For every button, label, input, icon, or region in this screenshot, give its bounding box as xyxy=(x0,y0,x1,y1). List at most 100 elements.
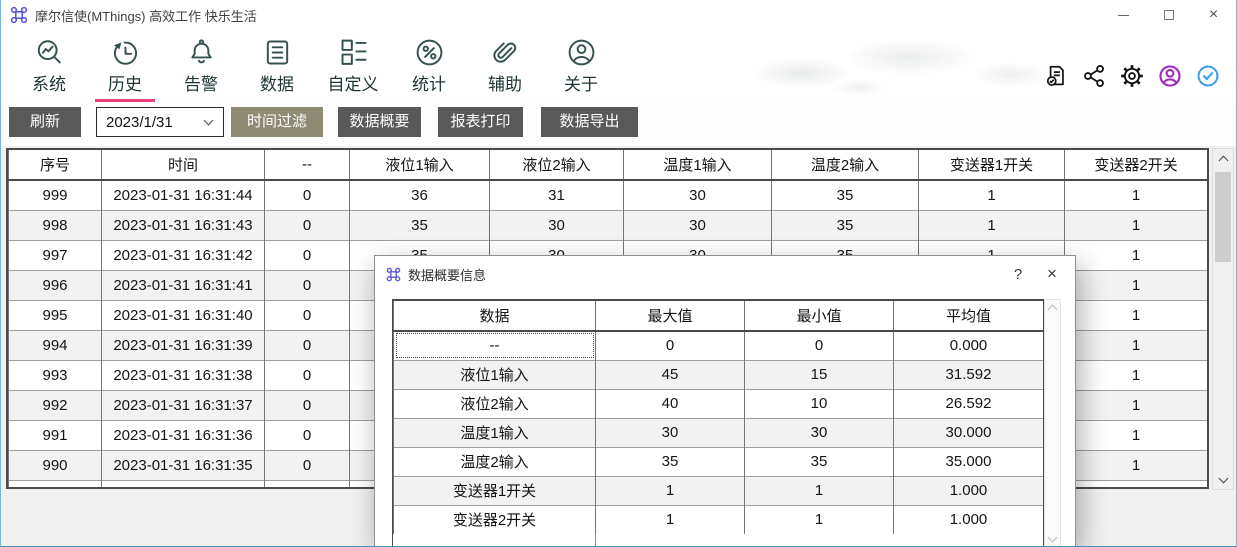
cell[interactable]: 0 xyxy=(265,270,350,300)
cell[interactable]: 35 xyxy=(596,447,745,476)
cell[interactable]: 998 xyxy=(9,210,102,240)
cell[interactable]: 15 xyxy=(745,360,894,389)
cell[interactable]: 30 xyxy=(490,210,624,240)
cell[interactable]: 1 xyxy=(1065,390,1208,420)
cell[interactable]: 996 xyxy=(9,270,102,300)
data-summary-button[interactable]: 数据概要 xyxy=(338,107,421,137)
cell[interactable]: 1 xyxy=(919,180,1065,210)
cell[interactable]: 30 xyxy=(624,180,772,210)
time-filter-button[interactable]: 时间过滤 xyxy=(231,107,323,137)
cell[interactable]: 1 xyxy=(919,210,1065,240)
cell[interactable]: 1 xyxy=(1065,180,1208,210)
cell[interactable]: 0 xyxy=(745,331,894,360)
cell[interactable]: 45 xyxy=(596,360,745,389)
cell[interactable]: 1 xyxy=(745,476,894,505)
cell[interactable]: 26.592 xyxy=(894,389,1044,418)
cell[interactable]: 1.000 xyxy=(894,505,1044,534)
nav-item-auxiliary[interactable]: 辅助 xyxy=(467,30,543,102)
cell[interactable]: 35 xyxy=(745,447,894,476)
cell[interactable]: 31 xyxy=(490,180,624,210)
cell[interactable]: 993 xyxy=(9,360,102,390)
cell[interactable]: 0 xyxy=(265,420,350,450)
cell[interactable]: 2023-01-31 16:31:35 xyxy=(102,450,265,480)
table-row[interactable]: 9992023-01-31 16:31:4403631303511 xyxy=(9,180,1208,210)
cell[interactable]: 2023-01-31 16:31:40 xyxy=(102,300,265,330)
nav-item-custom[interactable]: 自定义 xyxy=(315,30,391,102)
cell[interactable]: 30.000 xyxy=(894,418,1044,447)
scrollbar-thumb[interactable] xyxy=(1215,172,1231,262)
cell[interactable]: 2023-01-31 16:31:43 xyxy=(102,210,265,240)
table-row[interactable]: 9982023-01-31 16:31:4303530303511 xyxy=(9,210,1208,240)
cell[interactable]: 997 xyxy=(9,240,102,270)
refresh-button[interactable]: 刷新 xyxy=(9,107,81,137)
table-row[interactable]: --000.000 xyxy=(394,331,1044,360)
cell[interactable]: 液位2输入 xyxy=(394,389,596,418)
cell[interactable]: 2023-01-31 16:31:44 xyxy=(102,180,265,210)
cell[interactable]: 液位1输入 xyxy=(394,360,596,389)
cell[interactable]: 1 xyxy=(1065,210,1208,240)
cell[interactable]: 1 xyxy=(596,476,745,505)
cell[interactable]: 995 xyxy=(9,300,102,330)
scroll-down-arrow[interactable] xyxy=(1213,470,1233,489)
table-row[interactable]: 温度1输入303030.000 xyxy=(394,418,1044,447)
cell[interactable]: 30 xyxy=(745,418,894,447)
summary-table-scrollbar[interactable] xyxy=(1044,299,1061,547)
cell[interactable]: 0 xyxy=(265,480,350,489)
table-row[interactable]: 变送器2开关111.000 xyxy=(394,505,1044,534)
cell[interactable]: 991 xyxy=(9,420,102,450)
cell[interactable]: 2023-01-31 16:31:36 xyxy=(102,420,265,450)
cell[interactable]: 0 xyxy=(265,210,350,240)
scroll-up-arrow[interactable] xyxy=(1045,300,1060,316)
report-check-icon[interactable] xyxy=(1043,63,1069,89)
cell[interactable]: 2023-01-31 16:31:41 xyxy=(102,270,265,300)
cell[interactable]: 2023-01-31 16:31:37 xyxy=(102,390,265,420)
cell[interactable]: 989 xyxy=(9,480,102,489)
cell[interactable]: 35.000 xyxy=(894,447,1044,476)
nav-item-alarm[interactable]: 告警 xyxy=(163,30,239,102)
user-avatar-icon[interactable] xyxy=(1157,63,1183,89)
minimize-button[interactable] xyxy=(1101,0,1146,30)
cell[interactable]: 1 xyxy=(1065,270,1208,300)
cell[interactable]: 1.000 xyxy=(894,476,1044,505)
nav-item-history[interactable]: 历史 xyxy=(87,30,163,102)
history-table-scrollbar[interactable] xyxy=(1212,148,1234,490)
verified-badge-icon[interactable] xyxy=(1195,63,1221,89)
cell[interactable]: 0 xyxy=(265,390,350,420)
cell[interactable]: 1 xyxy=(1065,450,1208,480)
cell[interactable]: 0.000 xyxy=(894,331,1044,360)
cell[interactable]: -- xyxy=(394,331,596,360)
cell[interactable]: 0 xyxy=(265,450,350,480)
maximize-button[interactable] xyxy=(1146,0,1191,30)
cell[interactable]: 10 xyxy=(745,389,894,418)
cell[interactable]: 35 xyxy=(772,180,919,210)
gear-icon[interactable] xyxy=(1119,63,1145,89)
dialog-close-button[interactable]: × xyxy=(1035,259,1069,289)
cell[interactable]: 温度1输入 xyxy=(394,418,596,447)
table-row[interactable]: 温度2输入353535.000 xyxy=(394,447,1044,476)
cell[interactable]: 2023-01-31 16:31:42 xyxy=(102,240,265,270)
scroll-down-arrow[interactable] xyxy=(1045,531,1060,547)
cell[interactable]: 0 xyxy=(596,331,745,360)
table-row[interactable]: 变送器1开关111.000 xyxy=(394,476,1044,505)
cell[interactable]: 1 xyxy=(1065,240,1208,270)
cell[interactable]: 30 xyxy=(596,418,745,447)
cell[interactable]: 0 xyxy=(265,330,350,360)
nav-item-about[interactable]: 关于 xyxy=(543,30,619,102)
cell[interactable]: 0 xyxy=(265,360,350,390)
cell[interactable]: 30 xyxy=(624,210,772,240)
cell[interactable]: 1 xyxy=(745,505,894,534)
cell[interactable]: 1 xyxy=(596,505,745,534)
cell[interactable]: 999 xyxy=(9,180,102,210)
table-row[interactable]: 液位2输入401026.592 xyxy=(394,389,1044,418)
cell[interactable]: 994 xyxy=(9,330,102,360)
dialog-help-button[interactable]: ? xyxy=(1001,259,1035,289)
scroll-up-arrow[interactable] xyxy=(1213,149,1233,168)
cell[interactable]: 40 xyxy=(596,389,745,418)
table-row[interactable]: 液位1输入451531.592 xyxy=(394,360,1044,389)
cell[interactable]: 1 xyxy=(1065,360,1208,390)
cell[interactable]: 992 xyxy=(9,390,102,420)
nav-item-data[interactable]: 数据 xyxy=(239,30,315,102)
cell[interactable]: 温度2输入 xyxy=(394,447,596,476)
cell[interactable]: 990 xyxy=(9,450,102,480)
cell[interactable]: 1 xyxy=(1065,330,1208,360)
